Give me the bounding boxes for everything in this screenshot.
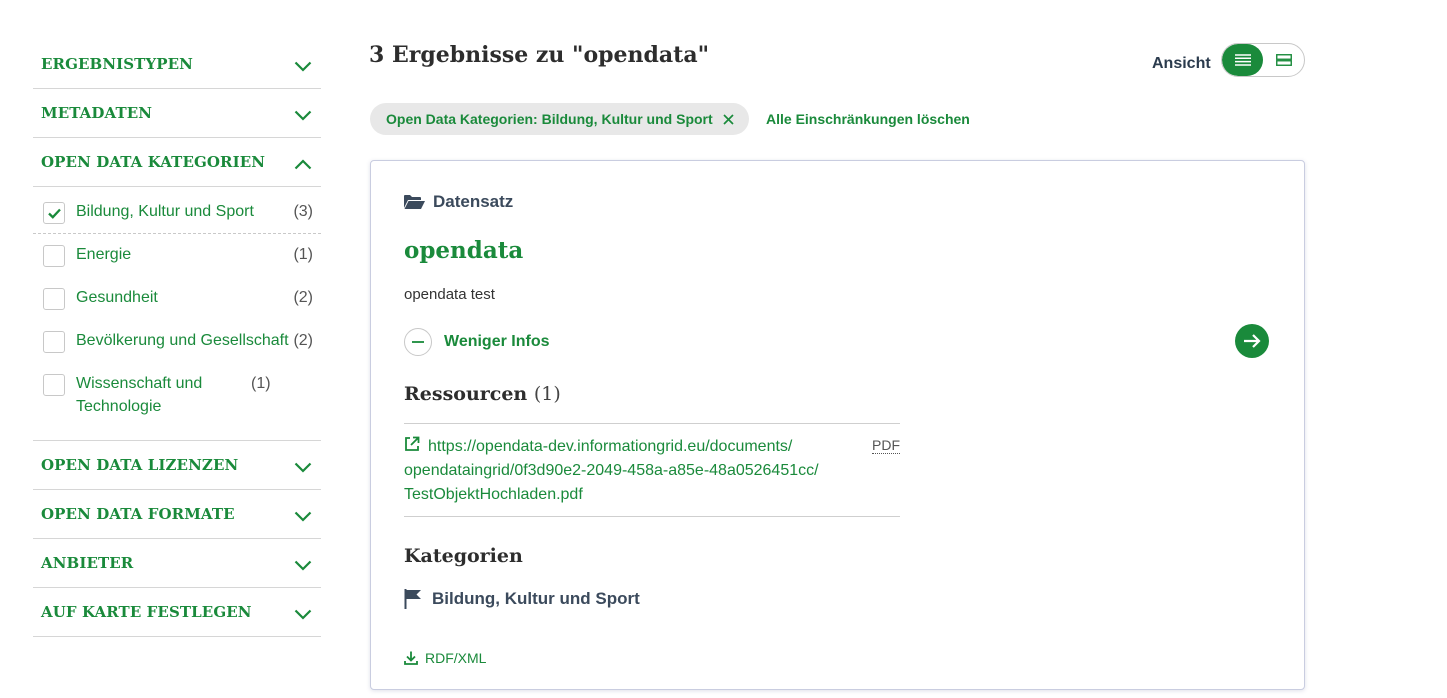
clear-all-filters-link[interactable]: Alle Einschränkungen löschen bbox=[766, 111, 970, 127]
facet-option-bildung[interactable]: Bildung, Kultur und Sport (3) bbox=[33, 191, 321, 234]
facet-title: OPEN DATA KATEGORIEN bbox=[41, 153, 266, 171]
categories-title: Kategorien bbox=[404, 545, 523, 567]
resource-url-line: TestObjektHochladen.pdf bbox=[404, 486, 583, 503]
list-view-icon bbox=[1234, 54, 1251, 66]
chevron-down-icon bbox=[293, 555, 313, 575]
close-icon[interactable] bbox=[723, 113, 734, 125]
minus-icon bbox=[404, 328, 432, 356]
facet-option-count: (2) bbox=[293, 332, 313, 349]
resources-heading: Ressourcen (1) bbox=[404, 383, 561, 405]
result-description: opendata test bbox=[404, 286, 495, 303]
facet-option-energie[interactable]: Energie (1) bbox=[33, 234, 321, 277]
compact-view-icon bbox=[1275, 54, 1292, 66]
chevron-down-icon bbox=[293, 506, 313, 526]
checkbox[interactable] bbox=[43, 331, 65, 353]
resource-url-line: opendataingrid/0f3d90e2-2049-458a-a85e-4… bbox=[404, 462, 819, 479]
chevron-down-icon bbox=[293, 56, 313, 76]
facet-title: OPEN DATA FORMATE bbox=[41, 505, 235, 523]
active-filter-label: Open Data Kategorien: Bildung, Kultur un… bbox=[386, 111, 713, 127]
facet-title: OPEN DATA LIZENZEN bbox=[41, 456, 239, 474]
checkbox[interactable] bbox=[43, 245, 65, 267]
compact-view-button[interactable] bbox=[1263, 44, 1304, 76]
resource-item: https://opendata-dev.informationgrid.eu/… bbox=[404, 423, 900, 517]
rdf-xml-download-link[interactable]: RDF/XML bbox=[404, 650, 486, 666]
less-info-label: Weniger Infos bbox=[444, 333, 550, 350]
results-headline: 3 Ergebnisse zu "opendata" bbox=[369, 42, 710, 68]
external-link-icon bbox=[405, 436, 420, 451]
view-label: Ansicht bbox=[1152, 55, 1211, 72]
facet-open-data-kategorien[interactable]: OPEN DATA KATEGORIEN bbox=[33, 138, 321, 187]
facet-option-count: (3) bbox=[293, 203, 313, 220]
result-title-link[interactable]: opendata bbox=[404, 237, 523, 264]
category-item: Bildung, Kultur und Sport bbox=[404, 589, 640, 609]
facet-option-label: Energie bbox=[76, 246, 132, 263]
list-view-button[interactable] bbox=[1222, 44, 1263, 76]
facet-option-label: Bevölkerung und Gesellschaft bbox=[76, 332, 289, 349]
checkbox[interactable] bbox=[43, 288, 65, 310]
facet-title: METADATEN bbox=[41, 104, 153, 122]
download-icon bbox=[404, 651, 418, 665]
open-detail-button[interactable] bbox=[1235, 324, 1269, 358]
active-filter-chip[interactable]: Open Data Kategorien: Bildung, Kultur un… bbox=[370, 103, 749, 135]
view-toggle[interactable] bbox=[1221, 43, 1305, 77]
facet-open-data-lizenzen[interactable]: OPEN DATA LIZENZEN bbox=[33, 441, 321, 490]
facet-anbieter[interactable]: ANBIETER bbox=[33, 539, 321, 588]
facet-option-label: Wissenschaft und Technologie bbox=[76, 375, 203, 415]
facet-option-count: (1) bbox=[251, 375, 271, 392]
facet-title: ANBIETER bbox=[41, 554, 134, 572]
checkbox-checked[interactable] bbox=[43, 202, 65, 224]
facet-open-data-formate[interactable]: OPEN DATA FORMATE bbox=[33, 490, 321, 539]
facet-option-label: Gesundheit bbox=[76, 289, 158, 306]
arrow-right-icon bbox=[1244, 334, 1261, 348]
facet-option-count: (1) bbox=[293, 246, 313, 263]
resources-count: (1) bbox=[533, 383, 561, 405]
facet-kategorien-list: Bildung, Kultur und Sport (3) Energie (1… bbox=[33, 187, 321, 441]
chevron-down-icon bbox=[293, 105, 313, 125]
chevron-down-icon bbox=[293, 457, 313, 477]
facet-title: AUF KARTE FESTLEGEN bbox=[41, 603, 252, 621]
download-label: RDF/XML bbox=[425, 650, 487, 666]
result-type: Datensatz bbox=[404, 192, 513, 212]
facet-ergebnistypen[interactable]: ERGEBNISTYPEN bbox=[33, 40, 321, 89]
facet-option-gesundheit[interactable]: Gesundheit (2) bbox=[33, 277, 321, 320]
resource-format-badge: PDF bbox=[872, 437, 900, 454]
less-info-toggle[interactable]: Weniger Infos bbox=[404, 328, 550, 356]
facet-option-count: (2) bbox=[293, 289, 313, 306]
facet-option-wissenschaft[interactable]: Wissenschaft und Technologie (1) bbox=[33, 363, 321, 426]
facet-sidebar: ERGEBNISTYPEN METADATEN OPEN DATA KATEGO… bbox=[33, 40, 321, 637]
result-card: Datensatz opendata opendata test Weniger… bbox=[370, 160, 1305, 690]
flag-icon bbox=[404, 589, 421, 609]
facet-metadaten[interactable]: METADATEN bbox=[33, 89, 321, 138]
folder-open-icon bbox=[404, 195, 425, 209]
facet-option-bevoelkerung[interactable]: Bevölkerung und Gesellschaft (2) bbox=[33, 320, 321, 363]
facet-auf-karte-festlegen[interactable]: AUF KARTE FESTLEGEN bbox=[33, 588, 321, 637]
checkbox[interactable] bbox=[43, 374, 65, 396]
facet-option-label: Bildung, Kultur und Sport bbox=[76, 203, 254, 220]
chevron-up-icon bbox=[293, 154, 313, 174]
resource-link[interactable]: https://opendata-dev.informationgrid.eu/… bbox=[404, 435, 844, 507]
category-label: Bildung, Kultur und Sport bbox=[432, 589, 640, 608]
chevron-down-icon bbox=[293, 604, 313, 624]
resources-title: Ressourcen bbox=[404, 383, 528, 405]
facet-title: ERGEBNISTYPEN bbox=[41, 55, 193, 73]
resource-url-line: https://opendata-dev.informationgrid.eu/… bbox=[428, 438, 793, 455]
result-type-label: Datensatz bbox=[433, 192, 514, 211]
